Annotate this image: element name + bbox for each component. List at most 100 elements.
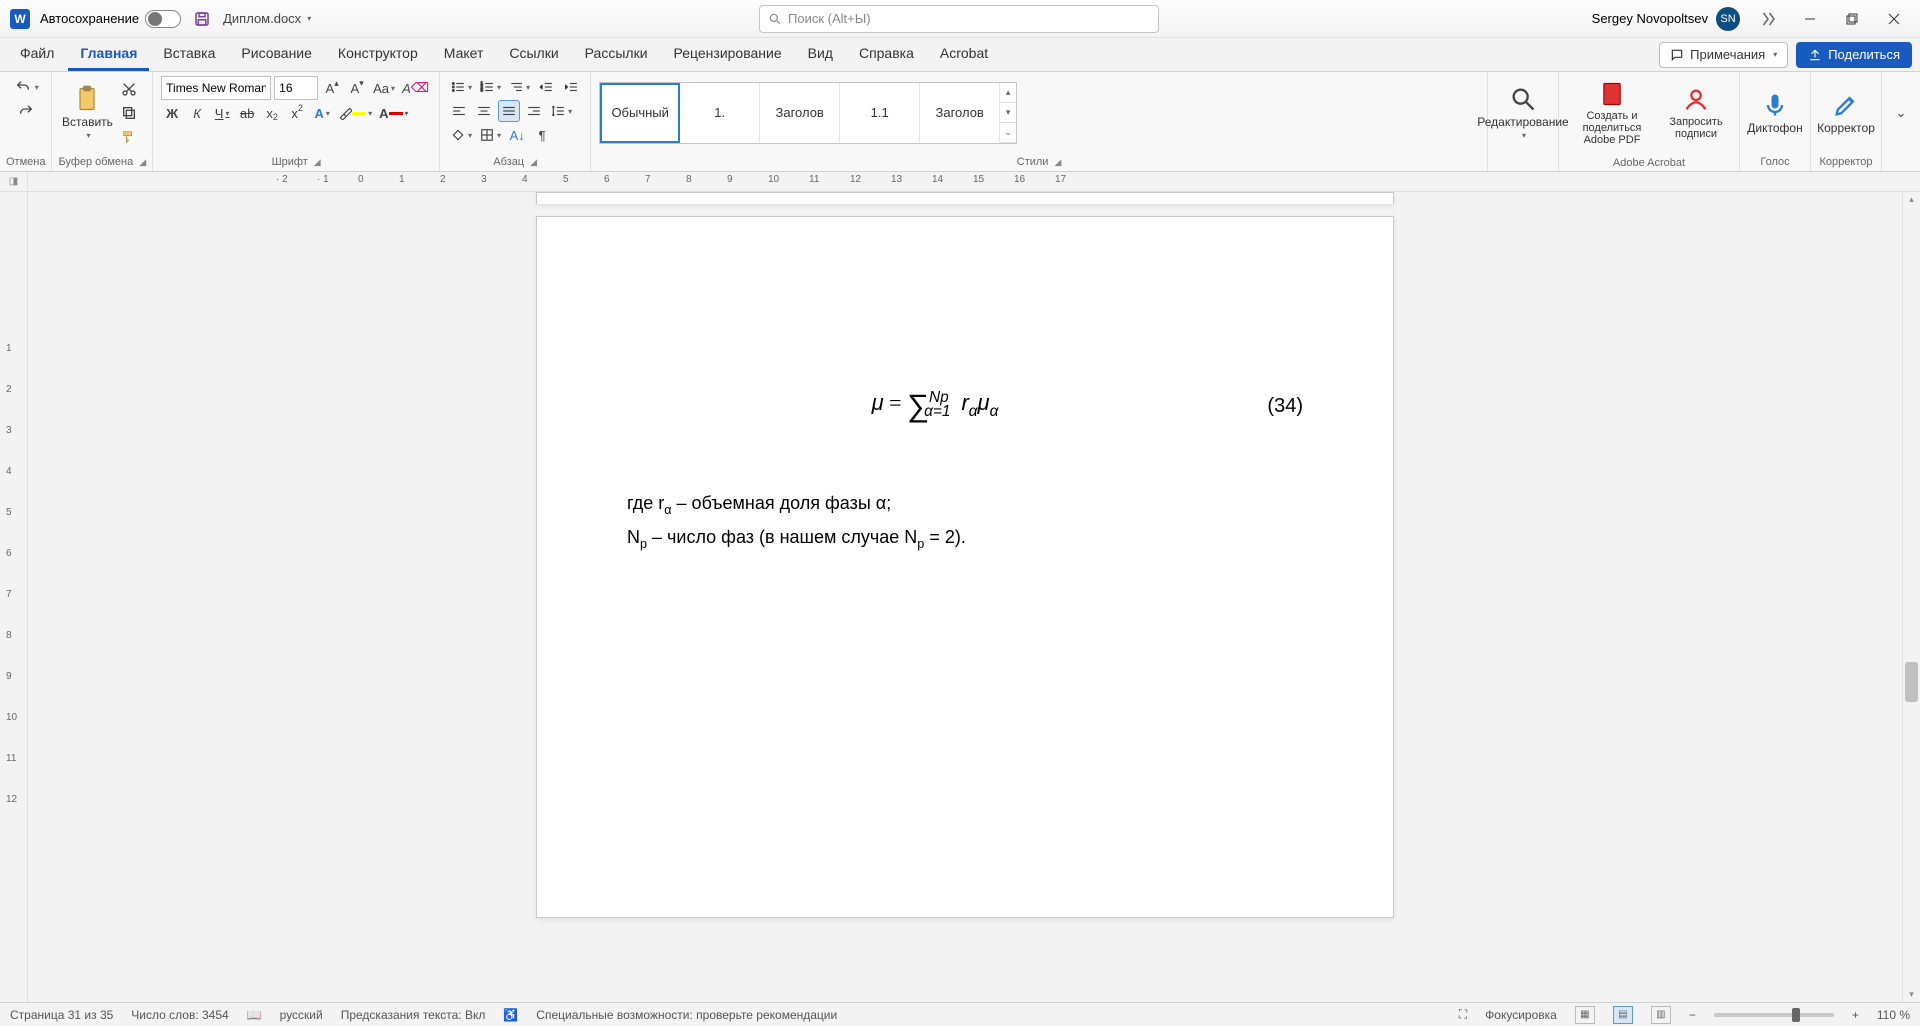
font-size-select[interactable]: [274, 76, 318, 100]
scroll-up-icon[interactable]: ▴: [1903, 194, 1920, 205]
styles-expand[interactable]: ⌄: [1000, 123, 1016, 143]
highlight-button[interactable]: ▾: [336, 102, 374, 124]
format-painter-button[interactable]: [118, 126, 140, 148]
style-heading1[interactable]: Заголов: [760, 83, 840, 143]
line-spacing-button[interactable]: ▾: [548, 100, 574, 122]
bold-button[interactable]: Ж: [161, 102, 183, 124]
editing-button[interactable]: Редактирование ▾: [1496, 81, 1550, 144]
tab-acrobat[interactable]: Acrobat: [928, 38, 1000, 71]
decrease-indent-button[interactable]: [535, 76, 557, 98]
tab-help[interactable]: Справка: [847, 38, 926, 71]
editor-button[interactable]: Корректор: [1819, 87, 1873, 139]
collapse-ribbon-button[interactable]: ⌄: [1890, 102, 1912, 124]
paste-button[interactable]: Вставить ▾: [60, 81, 114, 144]
status-predictions[interactable]: Предсказания текста: Вкл: [341, 1008, 486, 1022]
zoom-out-button[interactable]: −: [1689, 1008, 1696, 1022]
dialog-launcher-icon[interactable]: ◢: [139, 157, 146, 168]
status-language[interactable]: русский: [280, 1008, 323, 1022]
minimize-button[interactable]: [1796, 5, 1824, 33]
dialog-launcher-icon[interactable]: ◢: [314, 157, 321, 168]
strikethrough-button[interactable]: ab: [236, 102, 258, 124]
cut-button[interactable]: [118, 78, 140, 100]
tab-design[interactable]: Конструктор: [326, 38, 430, 71]
tab-mailings[interactable]: Рассылки: [573, 38, 660, 71]
dialog-launcher-icon[interactable]: ◢: [530, 157, 537, 168]
document-scroll[interactable]: μ = ∑Npα=1 rαμα (34) где rα – объемная д…: [28, 192, 1902, 1002]
tab-view[interactable]: Вид: [796, 38, 845, 71]
sort-button[interactable]: A↓: [506, 124, 528, 146]
shrink-font-button[interactable]: A▾: [346, 77, 368, 99]
equation[interactable]: μ = ∑Npα=1 rαμα: [627, 377, 1243, 436]
status-focus[interactable]: Фокусировка: [1485, 1008, 1557, 1022]
numbering-button[interactable]: 123▾: [477, 76, 503, 98]
coming-soon-icon[interactable]: [1754, 5, 1782, 33]
copy-button[interactable]: [118, 102, 140, 124]
style-normal[interactable]: Обычный: [600, 83, 680, 143]
tab-insert[interactable]: Вставка: [151, 38, 227, 71]
tab-draw[interactable]: Рисование: [229, 38, 324, 71]
accessibility-icon[interactable]: ♿: [503, 1008, 518, 1022]
align-justify-button[interactable]: [498, 100, 520, 122]
style-heading1-num[interactable]: 1.: [680, 83, 760, 143]
change-case-button[interactable]: Aa▾: [371, 77, 397, 99]
ruler-corner[interactable]: ◨: [0, 172, 28, 191]
zoom-level[interactable]: 110 %: [1877, 1008, 1910, 1022]
style-heading2[interactable]: Заголов: [920, 83, 1000, 143]
status-words[interactable]: Число слов: 3454: [131, 1008, 228, 1022]
zoom-in-button[interactable]: +: [1852, 1008, 1859, 1022]
superscript-button[interactable]: x2: [286, 102, 308, 124]
view-web-button[interactable]: ▥: [1651, 1006, 1671, 1024]
redo-button[interactable]: [14, 100, 38, 122]
spellcheck-icon[interactable]: 📖: [247, 1008, 262, 1022]
comments-button[interactable]: Примечания ▾: [1659, 42, 1788, 68]
multilevel-button[interactable]: ▾: [506, 76, 532, 98]
font-color-button[interactable]: A▾: [377, 102, 410, 124]
horizontal-ruler[interactable]: ◨ · 2· 101234567891011121314151617: [0, 172, 1920, 192]
tab-layout[interactable]: Макет: [432, 38, 496, 71]
status-accessibility[interactable]: Специальные возможности: проверьте реком…: [536, 1008, 837, 1022]
tab-references[interactable]: Ссылки: [497, 38, 570, 71]
text-effects-button[interactable]: A▾: [311, 102, 333, 124]
document-name[interactable]: Диплом.docx ▾: [223, 11, 311, 26]
scrollbar-thumb[interactable]: [1905, 662, 1918, 702]
acrobat-sign-button[interactable]: Запросить подписи: [1661, 82, 1731, 144]
autosave-toggle[interactable]: Автосохранение: [40, 10, 181, 28]
show-marks-button[interactable]: ¶: [531, 124, 553, 146]
zoom-slider[interactable]: [1714, 1013, 1834, 1017]
underline-button[interactable]: Ч▾: [211, 102, 233, 124]
tab-file[interactable]: Файл: [8, 38, 66, 71]
subscript-button[interactable]: x2: [261, 102, 283, 124]
align-left-button[interactable]: [448, 100, 470, 122]
borders-button[interactable]: ▾: [477, 124, 503, 146]
increase-indent-button[interactable]: [560, 76, 582, 98]
close-button[interactable]: [1880, 5, 1908, 33]
dialog-launcher-icon[interactable]: ◢: [1054, 157, 1061, 168]
share-button[interactable]: Поделиться: [1796, 42, 1912, 68]
view-read-button[interactable]: ▦: [1575, 1006, 1595, 1024]
view-print-button[interactable]: ▤: [1613, 1006, 1633, 1024]
vertical-ruler[interactable]: 123456789101112: [0, 192, 28, 1002]
dictate-button[interactable]: Диктофон: [1748, 87, 1802, 139]
clear-formatting-button[interactable]: A⌫: [400, 77, 431, 99]
text-line-1[interactable]: где rα – объемная доля фазы α;: [627, 486, 1303, 520]
text-line-2[interactable]: Np – число фаз (в нашем случае Np = 2).: [627, 520, 1303, 554]
bullets-button[interactable]: ▾: [448, 76, 474, 98]
shading-button[interactable]: ▾: [448, 124, 474, 146]
user-account[interactable]: Sergey Novopoltsev SN: [1592, 7, 1740, 31]
undo-button[interactable]: ▾: [11, 76, 41, 98]
styles-scroll-up[interactable]: ▴: [1000, 83, 1016, 103]
styles-scroll-down[interactable]: ▾: [1000, 103, 1016, 123]
page[interactable]: μ = ∑Npα=1 rαμα (34) где rα – объемная д…: [536, 216, 1394, 918]
focus-mode-icon[interactable]: ⛶: [1459, 1007, 1467, 1022]
tab-review[interactable]: Рецензирование: [662, 38, 794, 71]
maximize-button[interactable]: [1838, 5, 1866, 33]
scroll-down-icon[interactable]: ▾: [1903, 989, 1920, 1000]
search-input[interactable]: Поиск (Alt+Ы): [759, 5, 1159, 33]
italic-button[interactable]: К: [186, 102, 208, 124]
align-center-button[interactable]: [473, 100, 495, 122]
align-right-button[interactable]: [523, 100, 545, 122]
font-name-select[interactable]: [161, 76, 271, 100]
toggle-switch[interactable]: [145, 10, 181, 28]
acrobat-create-button[interactable]: Создать и поделиться Adobe PDF: [1567, 76, 1657, 150]
vertical-scrollbar[interactable]: ▴ ▾: [1902, 192, 1920, 1002]
